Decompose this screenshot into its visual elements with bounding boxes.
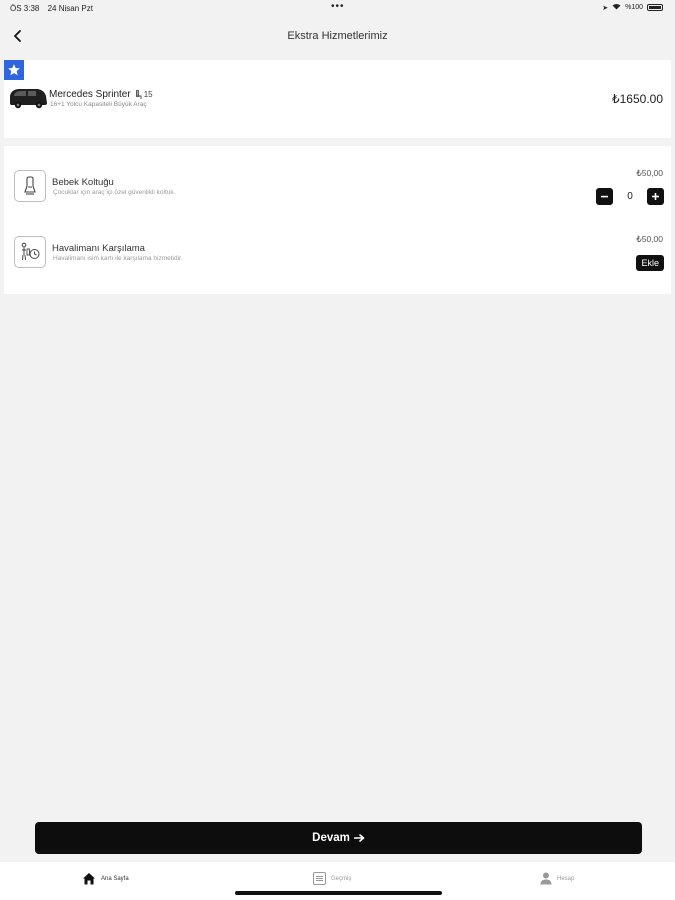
status-right: ➤ %100 [602, 3, 663, 12]
tab-account[interactable]: Hesap [540, 872, 574, 885]
seat-count: 15 [135, 89, 153, 100]
extra-name: Bebek Koltuğu [52, 177, 114, 188]
status-left: ÖS 3:38 24 Nisan Pzt [10, 4, 99, 13]
seat-icon [135, 89, 142, 99]
home-indicator[interactable] [235, 891, 442, 895]
wifi-icon [612, 3, 621, 12]
list-icon [313, 872, 326, 885]
tab-label: Hesap [557, 875, 575, 882]
extras-card: Bebek Koltuğu Çocuklar için araç içi öze… [4, 146, 671, 294]
extra-name: Havalimanı Karşılama [52, 243, 145, 254]
vehicle-name: Mercedes Sprinter [49, 89, 131, 100]
van-image [8, 86, 48, 110]
extra-item-baby-seat: Bebek Koltuğu Çocuklar için araç içi öze… [4, 164, 671, 220]
user-icon [540, 872, 552, 885]
location-icon: ➤ [602, 4, 609, 12]
plus-icon [652, 193, 659, 200]
extra-price: ₺50,00 [636, 168, 663, 178]
increment-button[interactable] [647, 188, 664, 205]
vehicle-name-row: Mercedes Sprinter 15 [49, 89, 153, 100]
quantity-value: 0 [627, 191, 633, 202]
tab-label: Ana Sayfa [101, 875, 129, 882]
decrement-button[interactable] [596, 188, 613, 205]
extra-item-airport-welcome: Havalimanı Karşılama Havalimanı isim kar… [4, 230, 671, 286]
tab-label: Geçmiş [331, 875, 352, 882]
battery-percent: %100 [625, 4, 643, 11]
vehicle-price: ₺1650.00 [611, 92, 663, 106]
extra-price: ₺50,00 [636, 234, 663, 244]
home-icon [83, 873, 95, 885]
add-button[interactable]: Ekle [636, 255, 664, 271]
minus-icon [601, 195, 608, 198]
baby-seat-icon [14, 170, 46, 202]
continue-label: Devam [312, 832, 350, 844]
status-time: ÖS 3:38 [10, 4, 40, 13]
status-bar: ÖS 3:38 24 Nisan Pzt ••• ➤ %100 [0, 0, 675, 16]
status-date: 24 Nisan Pzt [47, 4, 93, 13]
star-badge [4, 60, 24, 80]
nav-bar: Ekstra Hizmetlerimiz [0, 22, 675, 50]
page-title: Ekstra Hizmetlerimiz [287, 30, 388, 42]
vehicle-subtitle: 16+1 Yolcu Kapasiteli Büyük Araç [50, 101, 147, 108]
vehicle-card[interactable]: Mercedes Sprinter 15 16+1 Yolcu Kapasite… [4, 60, 671, 138]
star-icon [8, 64, 20, 76]
arrow-right-icon [353, 834, 365, 842]
airport-welcome-icon [14, 236, 46, 268]
extra-description: Çocuklar için araç içi özel güvenlikli k… [53, 189, 176, 196]
multitask-dots-icon[interactable]: ••• [331, 1, 345, 12]
extra-description: Havalimanı isim kartı ile karşılama hizm… [53, 255, 183, 262]
tab-history[interactable]: Geçmiş [313, 872, 351, 885]
quantity-stepper: 0 [596, 188, 664, 205]
continue-button[interactable]: Devam [35, 822, 642, 854]
battery-icon [647, 4, 663, 11]
seat-count-value: 15 [143, 90, 153, 99]
tab-home[interactable]: Ana Sayfa [82, 872, 129, 885]
